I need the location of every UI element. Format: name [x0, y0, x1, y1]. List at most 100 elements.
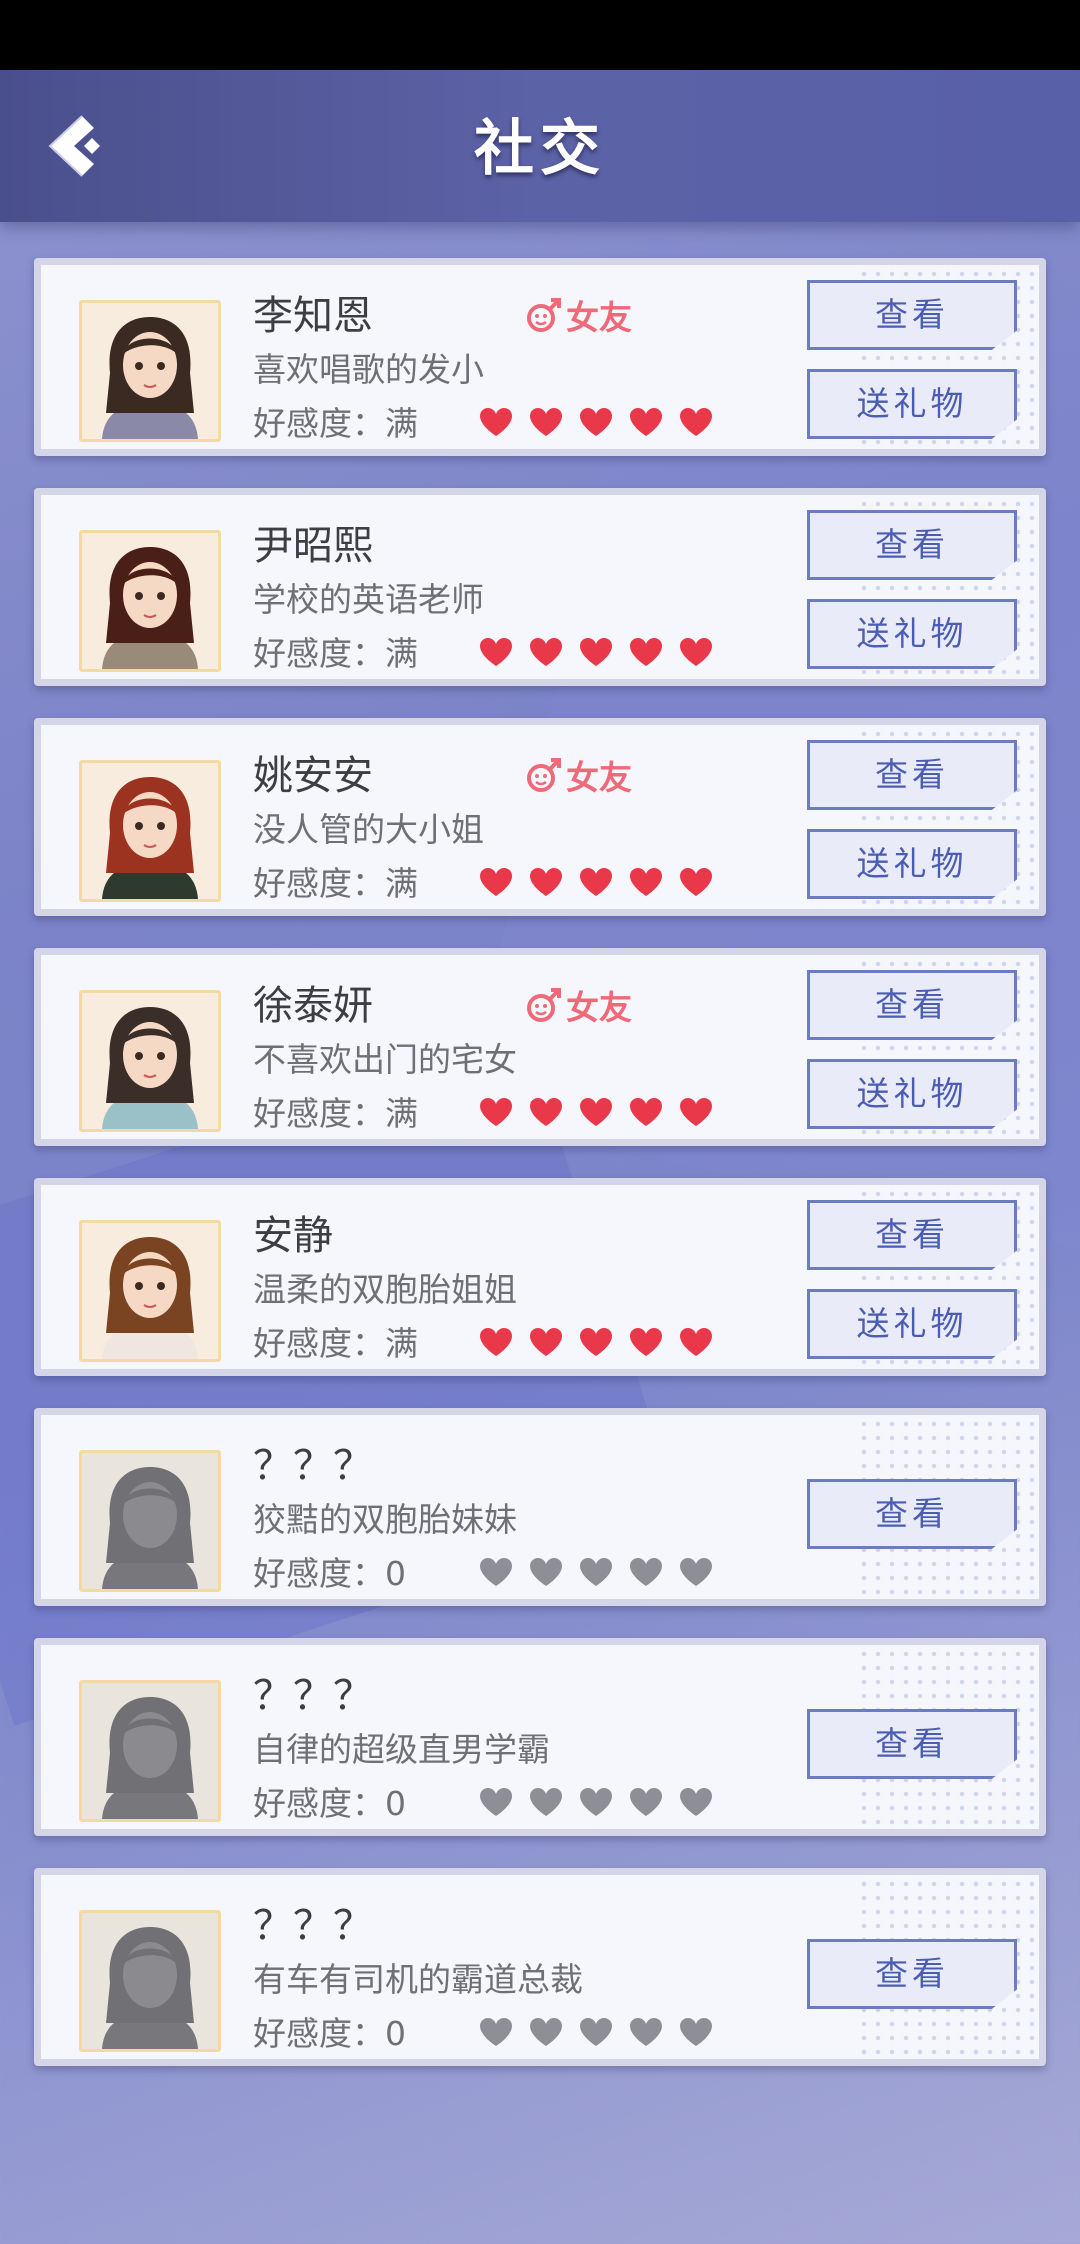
- girlfriend-badge-icon: [527, 988, 561, 1022]
- heart-icon: [480, 1558, 512, 1586]
- character-description: 自律的超级直男学霸: [253, 1730, 550, 1769]
- affinity-hearts: [479, 2017, 713, 2047]
- character-description: 狡黠的双胞胎妹妹: [253, 1500, 517, 1539]
- heart-icon: [580, 408, 612, 436]
- heart-icon: [630, 868, 662, 896]
- affinity-label: 好感度：满: [253, 864, 418, 903]
- character-description: 学校的英语老师: [253, 580, 484, 619]
- avatar: [79, 760, 221, 902]
- heart-icon: [580, 1098, 612, 1126]
- heart-icon: [680, 1098, 712, 1126]
- heart-icon: [480, 1328, 512, 1356]
- heart-icon: [580, 2018, 612, 2046]
- character-name: ？？？: [253, 1903, 373, 1949]
- affinity-label: 好感度：满: [253, 634, 418, 673]
- character-name: 安静: [253, 1213, 333, 1259]
- character-name: 徐泰妍: [253, 983, 373, 1029]
- heart-icon: [480, 1098, 512, 1126]
- heart-icon: [680, 1328, 712, 1356]
- heart-icon: [480, 638, 512, 666]
- heart-icon: [630, 408, 662, 436]
- character-name: 姚安安: [253, 753, 373, 799]
- avatar: [79, 530, 221, 672]
- heart-icon: [530, 1788, 562, 1816]
- card-body: ？？？ 狡黠的双胞胎妹妹 好感度：0 查看: [41, 1415, 1039, 1599]
- character-description: 温柔的双胞胎姐姐: [253, 1270, 517, 1309]
- tag-label: 女友: [566, 758, 632, 797]
- character-card: 李知恩 女友 喜欢唱歌的发小 好感度：满 查看 送礼物: [34, 258, 1046, 456]
- affinity-label: 好感度：满: [253, 404, 418, 443]
- character-card: ？？？ 有车有司机的霸道总裁 好感度：0 查看: [34, 1868, 1046, 2066]
- affinity-label: 好感度：0: [253, 1784, 406, 1823]
- affinity-label: 好感度：满: [253, 1324, 418, 1363]
- view-button[interactable]: 查看: [807, 1939, 1017, 2009]
- card-body: 尹昭熙 学校的英语老师 好感度：满 查看 送礼物: [41, 495, 1039, 679]
- girlfriend-badge-icon: [527, 758, 561, 792]
- send-gift-button[interactable]: 送礼物: [807, 829, 1017, 899]
- heart-icon: [630, 638, 662, 666]
- header-bar: 社交: [0, 70, 1080, 222]
- page-title: 社交: [474, 114, 606, 184]
- avatar: [79, 1450, 221, 1592]
- view-button[interactable]: 查看: [807, 280, 1017, 350]
- heart-icon: [480, 2018, 512, 2046]
- status-bar: [0, 0, 1080, 70]
- send-gift-button[interactable]: 送礼物: [807, 599, 1017, 669]
- girlfriend-tag: 女友: [526, 981, 632, 1029]
- character-description: 不喜欢出门的宅女: [253, 1040, 517, 1079]
- affinity-label: 好感度：0: [253, 2014, 406, 2053]
- heart-icon: [480, 408, 512, 436]
- character-list: 李知恩 女友 喜欢唱歌的发小 好感度：满 查看 送礼物 尹昭熙 学校的英语老师 …: [34, 258, 1046, 2098]
- send-gift-button[interactable]: 送礼物: [807, 369, 1017, 439]
- affinity-hearts: [479, 1787, 713, 1817]
- character-name: 尹昭熙: [253, 523, 373, 569]
- character-card: ？？？ 狡黠的双胞胎妹妹 好感度：0 查看: [34, 1408, 1046, 1606]
- send-gift-button[interactable]: 送礼物: [807, 1289, 1017, 1359]
- card-body: 安静 温柔的双胞胎姐姐 好感度：满 查看 送礼物: [41, 1185, 1039, 1369]
- affinity-hearts: [479, 1097, 713, 1127]
- card-body: ？？？ 自律的超级直男学霸 好感度：0 查看: [41, 1645, 1039, 1829]
- heart-icon: [530, 2018, 562, 2046]
- heart-icon: [530, 868, 562, 896]
- heart-icon: [680, 2018, 712, 2046]
- card-body: 姚安安 女友 没人管的大小姐 好感度：满 查看 送礼物: [41, 725, 1039, 909]
- character-name: 李知恩: [253, 293, 373, 339]
- avatar: [79, 990, 221, 1132]
- heart-icon: [580, 638, 612, 666]
- view-button[interactable]: 查看: [807, 1200, 1017, 1270]
- view-button[interactable]: 查看: [807, 1709, 1017, 1779]
- view-button[interactable]: 查看: [807, 970, 1017, 1040]
- affinity-hearts: [479, 1327, 713, 1357]
- send-gift-button[interactable]: 送礼物: [807, 1059, 1017, 1129]
- character-description: 有车有司机的霸道总裁: [253, 1960, 583, 1999]
- heart-icon: [680, 408, 712, 436]
- view-button[interactable]: 查看: [807, 1479, 1017, 1549]
- card-body: ？？？ 有车有司机的霸道总裁 好感度：0 查看: [41, 1875, 1039, 2059]
- tag-label: 女友: [566, 988, 632, 1027]
- affinity-label: 好感度：0: [253, 1554, 406, 1593]
- heart-icon: [630, 1788, 662, 1816]
- character-name: ？？？: [253, 1673, 373, 1719]
- heart-icon: [680, 638, 712, 666]
- card-body: 徐泰妍 女友 不喜欢出门的宅女 好感度：满 查看 送礼物: [41, 955, 1039, 1139]
- heart-icon: [630, 1098, 662, 1126]
- heart-icon: [480, 868, 512, 896]
- affinity-label: 好感度：满: [253, 1094, 418, 1133]
- heart-icon: [630, 2018, 662, 2046]
- character-card: 徐泰妍 女友 不喜欢出门的宅女 好感度：满 查看 送礼物: [34, 948, 1046, 1146]
- heart-icon: [580, 1558, 612, 1586]
- character-description: 喜欢唱歌的发小: [253, 350, 484, 389]
- view-button[interactable]: 查看: [807, 510, 1017, 580]
- heart-icon: [530, 638, 562, 666]
- character-card: 尹昭熙 学校的英语老师 好感度：满 查看 送礼物: [34, 488, 1046, 686]
- heart-icon: [580, 868, 612, 896]
- girlfriend-badge-icon: [527, 298, 561, 332]
- tag-label: 女友: [566, 298, 632, 337]
- heart-icon: [680, 1788, 712, 1816]
- avatar: [79, 300, 221, 442]
- affinity-hearts: [479, 867, 713, 897]
- card-body: 李知恩 女友 喜欢唱歌的发小 好感度：满 查看 送礼物: [41, 265, 1039, 449]
- avatar: [79, 1680, 221, 1822]
- heart-icon: [680, 1558, 712, 1586]
- view-button[interactable]: 查看: [807, 740, 1017, 810]
